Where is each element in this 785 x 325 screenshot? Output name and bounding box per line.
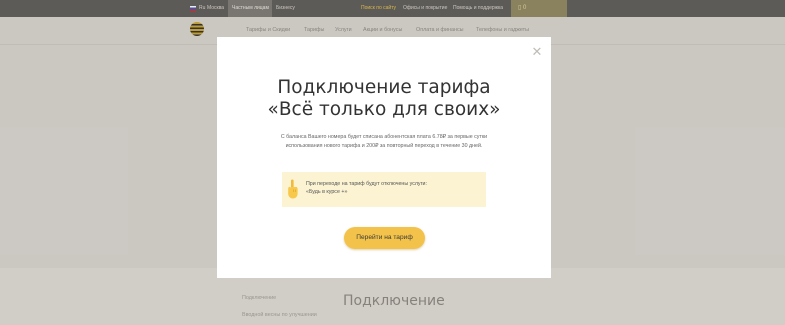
modal-title-line-2: «Всё только для своих» [267,99,501,120]
close-icon[interactable]: ✕ [530,45,544,59]
modal-description-line-2: использования нового тарифа и 200₽ за по… [285,143,483,149]
tariff-connect-modal: ✕ Подключение тарифа «Всё только для сво… [217,37,551,278]
notice-text: При переходе на тариф будут отключены ус… [306,181,427,196]
modal-title-line-1: Подключение тарифа [277,77,491,98]
pointing-hand-icon [288,179,298,199]
modal-title: Подключение тарифа «Всё только для своих… [217,77,551,121]
disabled-services-notice: При переходе на тариф будут отключены ус… [282,172,486,207]
switch-tariff-button[interactable]: Перейти на тариф [344,227,425,249]
modal-description: С баланса Вашего номера будет списана аб… [237,133,531,151]
modal-description-line-1: С баланса Вашего номера будет списана аб… [280,134,488,140]
notice-line-1: При переходе на тариф будут отключены ус… [306,181,427,187]
notice-line-2: «Будь в курсе +» [306,188,348,195]
